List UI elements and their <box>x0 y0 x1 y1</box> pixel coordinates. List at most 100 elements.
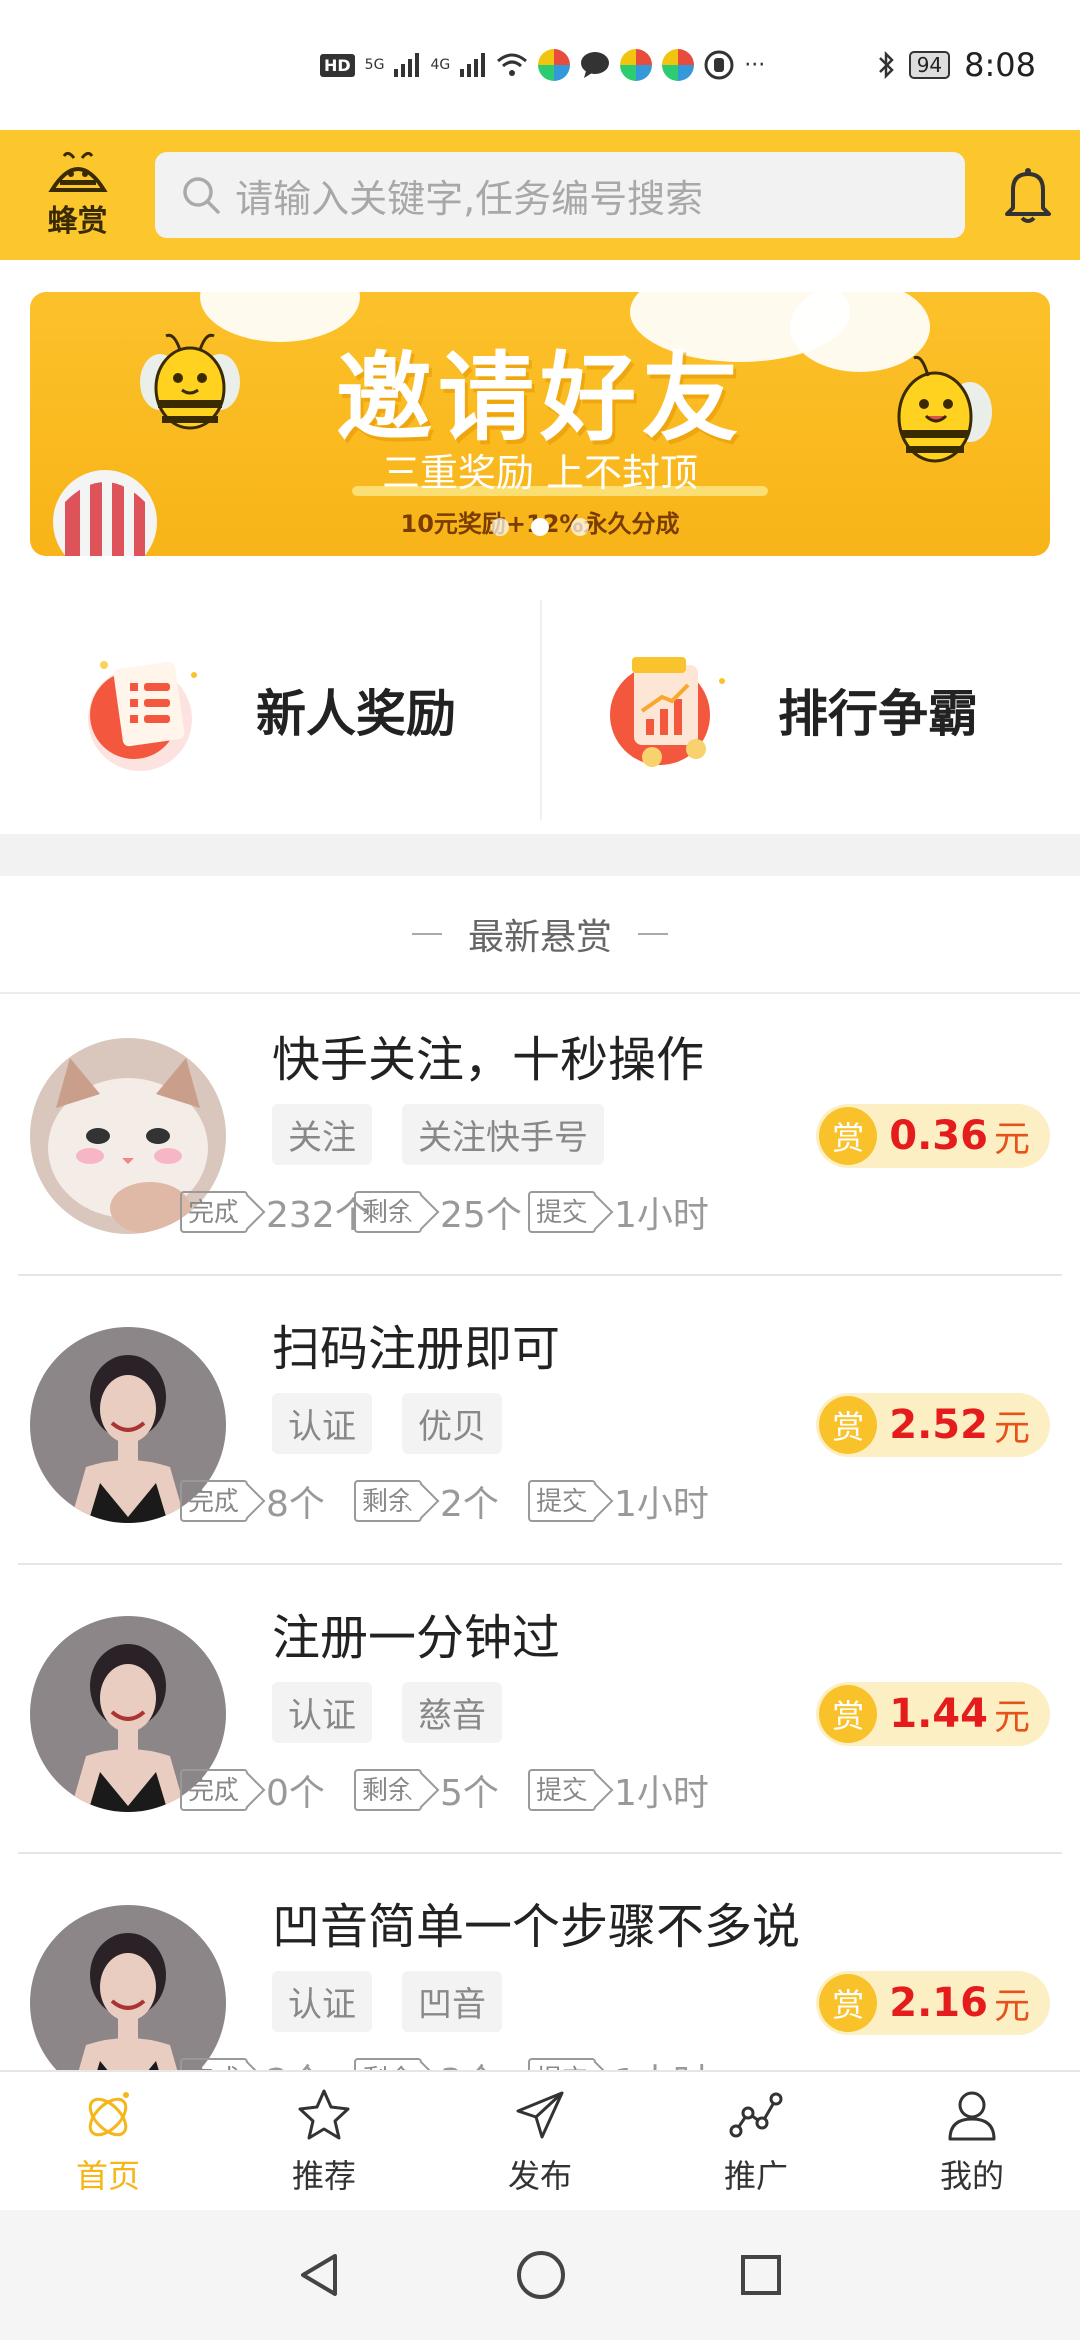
status-right: 94 8:08 <box>877 46 1036 84</box>
status-icons: HD 5G 4G ··· <box>320 49 765 81</box>
reward-amount: 0.36 <box>889 1113 988 1159</box>
nav-publish[interactable]: 发布 <box>432 2072 648 2210</box>
new-user-reward-icon <box>88 661 197 771</box>
ranking-icon <box>610 657 725 767</box>
meta-remaining: 剩余 5个 <box>354 1764 499 1816</box>
task-row[interactable]: 扫码注册即可认证 优贝 赏 2.52 元完成 8个 剩余 2个 提交 1小时 <box>18 1283 1062 1565</box>
carousel-dot[interactable] <box>571 518 589 536</box>
app-header: 蜂赏 请输入关键字,任务编号搜索 <box>0 130 1080 260</box>
nav-label: 推荐 <box>291 2157 356 2195</box>
new-user-reward-entry[interactable]: 新人奖励 <box>0 600 540 820</box>
search-input[interactable]: 请输入关键字,任务编号搜索 <box>155 152 965 238</box>
reward-amount: 1.44 <box>889 1691 988 1737</box>
task-title: 扫码注册即可 <box>272 1321 561 1377</box>
task-tags: 关注 关注快手号 <box>272 1104 604 1165</box>
app-notification-icon <box>662 49 695 81</box>
nav-mine[interactable]: 我的 <box>864 2072 1080 2210</box>
app-logo[interactable]: 蜂赏 <box>36 147 119 243</box>
home-button-icon[interactable] <box>515 2249 567 2301</box>
submit-time: 1小时 <box>614 1773 709 1814</box>
reward-pill: 赏 2.52 元 <box>816 1393 1050 1457</box>
app-notification-icon <box>538 49 571 81</box>
message-icon <box>581 52 610 78</box>
reward-badge: 赏 <box>819 1107 878 1165</box>
reward-unit: 元 <box>993 1697 1030 1738</box>
task-title: 注册一分钟过 <box>272 1610 561 1666</box>
meta-label: 完成 <box>180 1191 249 1233</box>
hand-icon <box>704 50 734 80</box>
reward-pill: 赏 1.44 元 <box>816 1682 1050 1746</box>
meta-submit: 提交 1小时 <box>528 1186 709 1238</box>
task-tag: 优贝 <box>402 1393 502 1454</box>
meta-submit: 提交 1小时 <box>528 1475 709 1527</box>
reward-unit: 元 <box>993 1986 1030 2027</box>
app-notification-icon <box>620 49 653 81</box>
task-title: 快手关注，十秒操作 <box>272 1032 705 1088</box>
status-bar: HD 5G 4G ··· 94 8:08 <box>0 0 1080 130</box>
meta-completed: 完成 232个 <box>180 1186 371 1238</box>
meta-label: 剩余 <box>354 1480 423 1522</box>
quick-entries: 新人奖励 排行争霸 <box>0 600 1080 820</box>
carousel-dot-active[interactable] <box>531 518 549 536</box>
nav-recommend[interactable]: 推荐 <box>216 2072 432 2210</box>
clock: 8:08 <box>964 46 1036 84</box>
promo-banner[interactable]: 邀请好友 三重奖励 上不封顶 10元奖励+12%永久分成 <box>30 292 1050 556</box>
meta-label: 提交 <box>528 1191 597 1233</box>
signal-icon <box>394 53 420 77</box>
search-placeholder: 请输入关键字,任务编号搜索 <box>235 176 704 221</box>
meta-remaining: 剩余 25个 <box>354 1186 522 1238</box>
send-icon <box>516 2091 564 2139</box>
meta-label: 完成 <box>180 1480 249 1522</box>
new-user-reward-label: 新人奖励 <box>256 685 456 743</box>
completed-count: 8个 <box>266 1484 325 1525</box>
reward-pill: 赏 0.36 元 <box>816 1104 1050 1168</box>
submit-time: 1小时 <box>614 1195 709 1236</box>
signal-icon <box>460 53 486 77</box>
notification-button[interactable] <box>1001 163 1056 227</box>
remaining-count: 5个 <box>440 1773 499 1814</box>
hd-badge: HD <box>320 53 355 77</box>
submit-time: 1小时 <box>614 1484 709 1525</box>
reward-badge: 赏 <box>819 1396 878 1454</box>
task-tag: 认证 <box>272 1971 372 2032</box>
task-row[interactable]: 快手关注，十秒操作关注 关注快手号 赏 0.36 元完成 232个 剩余 25个 提交 1小时 <box>18 994 1062 1276</box>
recents-icon[interactable] <box>737 2251 785 2299</box>
meta-label: 剩余 <box>354 1191 423 1233</box>
task-tag: 关注快手号 <box>402 1104 604 1165</box>
task-tag: 认证 <box>272 1682 372 1743</box>
reward-amount: 2.52 <box>889 1402 988 1448</box>
remaining-count: 25个 <box>440 1195 522 1236</box>
home-icon <box>88 2092 129 2137</box>
ranking-label: 排行争霸 <box>778 685 978 743</box>
task-tag: 认证 <box>272 1393 372 1454</box>
remaining-count: 2个 <box>440 1484 499 1525</box>
carousel-dot[interactable] <box>491 518 509 536</box>
task-tags: 认证 优贝 <box>272 1393 502 1454</box>
overflow-indicator: ··· <box>744 52 766 78</box>
ranking-entry[interactable]: 排行争霸 <box>540 600 1080 820</box>
task-title: 凹音简单一个步骤不多说 <box>272 1899 801 1955</box>
promote-icon <box>729 2092 783 2138</box>
task-tag: 慈音 <box>402 1682 502 1743</box>
title-dash <box>411 933 442 935</box>
completed-count: 0个 <box>266 1773 325 1814</box>
task-tag: 凹音 <box>402 1971 502 2032</box>
task-tags: 认证 慈音 <box>272 1682 502 1743</box>
section-divider <box>0 834 1080 876</box>
signal-4g-label: 4G <box>430 57 451 73</box>
meta-label: 完成 <box>180 1769 249 1811</box>
bee-logo-icon <box>47 151 108 192</box>
task-row[interactable]: 注册一分钟过 认证 慈音 赏 1.44 元完成 0个 剩余 5个 提交 1小时 <box>18 1572 1062 1854</box>
meta-label: 提交 <box>528 1480 597 1522</box>
meta-remaining: 剩余 2个 <box>354 1475 499 1527</box>
signal-5g-label: 5G <box>364 57 385 73</box>
reward-amount: 2.16 <box>889 1980 988 2026</box>
reward-unit: 元 <box>993 1119 1030 1160</box>
nav-promote[interactable]: 推广 <box>648 2072 864 2210</box>
nav-home[interactable]: 首页 <box>0 2072 216 2210</box>
banner-title: 邀请好友 <box>336 342 744 454</box>
task-tag: 关注 <box>272 1104 372 1165</box>
nav-label: 首页 <box>75 2157 140 2195</box>
back-icon[interactable] <box>295 2250 345 2300</box>
banner-subtitle: 三重奖励 上不封顶 <box>381 451 699 495</box>
